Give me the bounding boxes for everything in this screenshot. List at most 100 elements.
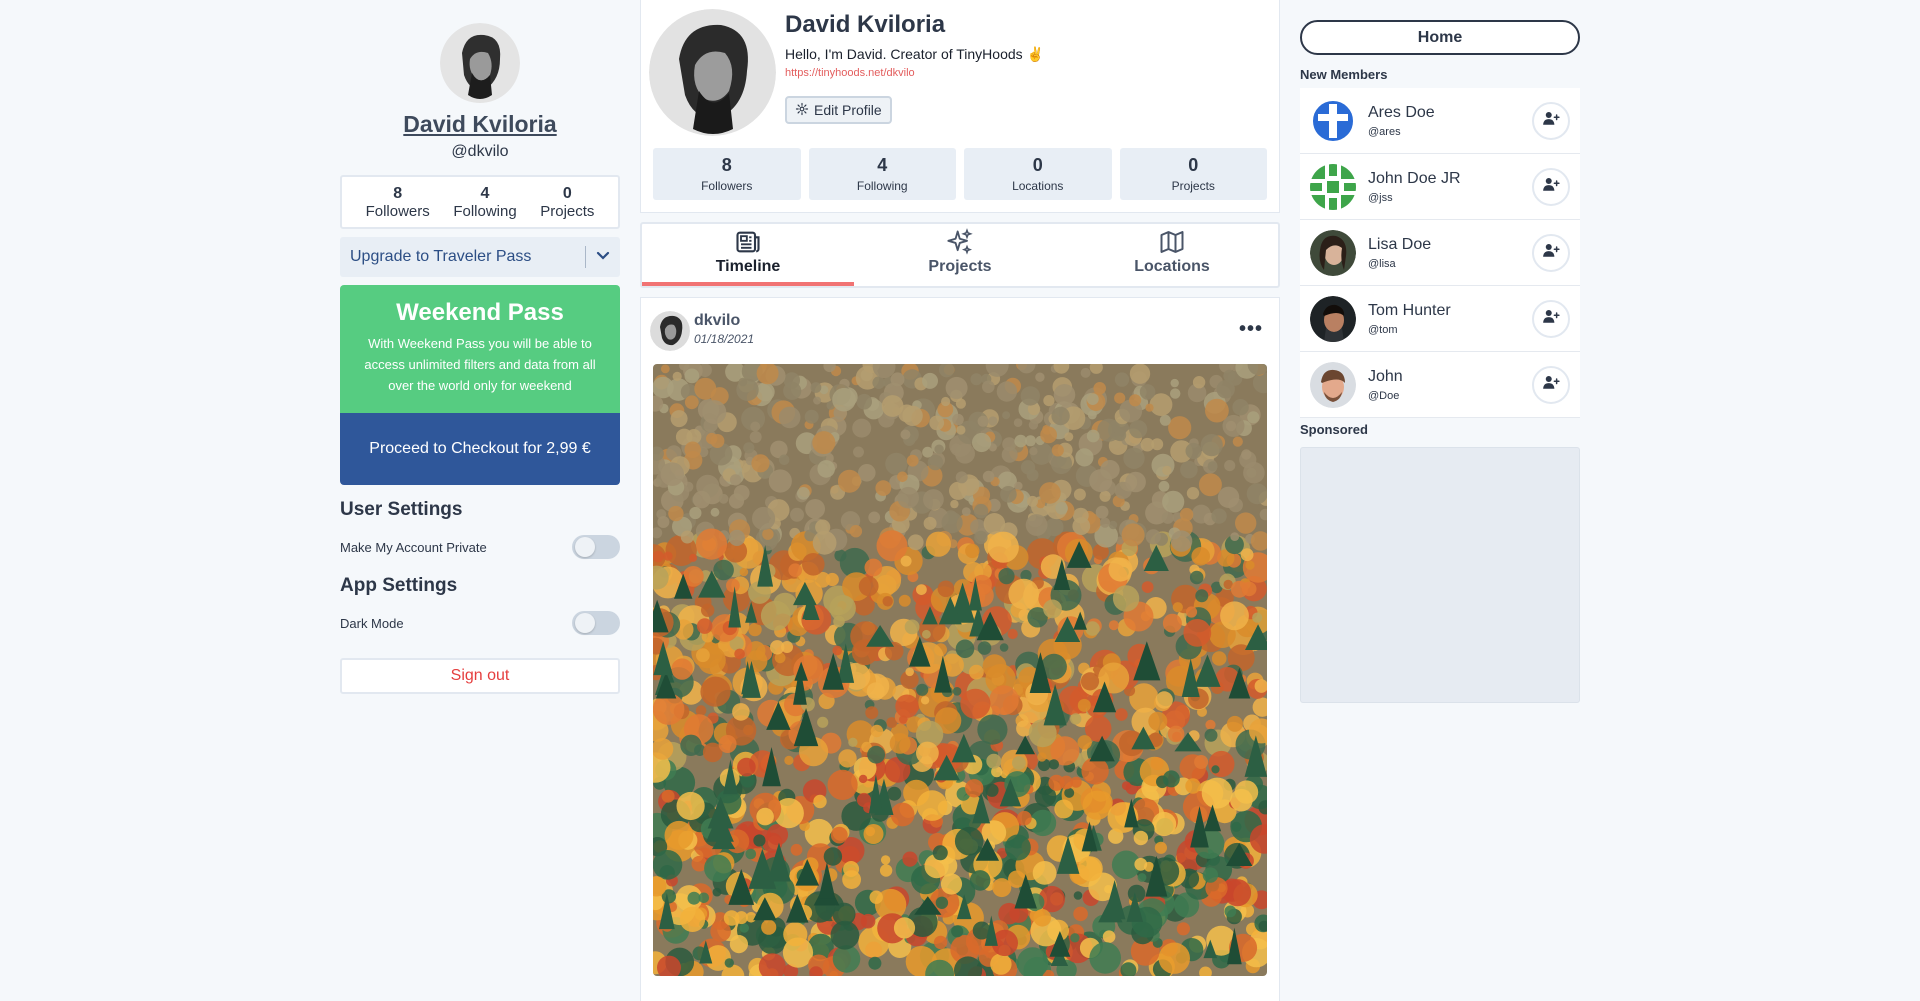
private-account-setting: Make My Account Private xyxy=(340,535,620,559)
app-settings-title: App Settings xyxy=(340,575,458,596)
profile-website-link[interactable]: https://tinyhoods.net/dkvilo xyxy=(785,67,915,79)
home-button[interactable]: Home xyxy=(1300,20,1580,55)
member-name: Ares Doe xyxy=(1368,103,1435,121)
toggle-knob xyxy=(575,537,595,557)
member-item[interactable]: John @Doe xyxy=(1300,352,1580,418)
member-name: Tom Hunter xyxy=(1368,301,1451,319)
stat-value: 4 xyxy=(877,155,888,175)
right-sidebar: Home New Members Ares Doe @ares John Doe… xyxy=(1300,0,1580,703)
add-user-button[interactable] xyxy=(1532,365,1570,404)
edit-profile-button[interactable]: Edit Profile xyxy=(785,96,892,124)
sponsored-ad-slot xyxy=(1300,447,1580,703)
header-stat-locations[interactable]: 0 Locations xyxy=(964,148,1112,200)
profile-avatar[interactable] xyxy=(440,23,520,103)
sparkles-icon xyxy=(854,228,1066,258)
left-sidebar: David Kviloria @dkvilo 8 Followers 4 Fol… xyxy=(340,0,620,694)
stat-label: Projects xyxy=(540,202,595,220)
member-name: John xyxy=(1368,367,1403,385)
member-avatar xyxy=(1310,97,1356,144)
newspaper-icon xyxy=(642,228,854,258)
tab-locations[interactable]: Locations xyxy=(1066,224,1278,286)
post-author-avatar[interactable] xyxy=(650,311,690,351)
member-name: Lisa Doe xyxy=(1368,235,1432,253)
upgrade-label: Upgrade to Traveler Pass xyxy=(350,248,532,265)
sign-out-button[interactable]: Sign out xyxy=(340,658,620,694)
dark-mode-toggle[interactable] xyxy=(572,611,620,635)
member-info: John @Doe xyxy=(1368,368,1532,402)
member-name: John Doe JR xyxy=(1368,169,1461,187)
member-avatar xyxy=(1310,229,1356,276)
stat-label: Following xyxy=(453,202,517,220)
header-stat-following[interactable]: 4 Following xyxy=(808,148,956,200)
new-members-list: Ares Doe @ares John Doe JR @jss Lisa Doe… xyxy=(1300,88,1580,418)
stat-label: Following xyxy=(856,179,908,193)
member-handle: @lisa xyxy=(1368,257,1396,270)
main-content: David Kviloria Hello, I'm David. Creator… xyxy=(640,0,1280,1001)
profile-header-avatar xyxy=(649,9,776,136)
member-info: Tom Hunter @tom xyxy=(1368,302,1532,336)
tab-label: Timeline xyxy=(715,258,781,275)
toggle-knob xyxy=(575,613,595,633)
add-user-button[interactable] xyxy=(1532,101,1570,140)
add-user-button[interactable] xyxy=(1532,233,1570,272)
post-date: 01/18/2021 xyxy=(694,332,755,346)
post-author-name[interactable]: dkvilo xyxy=(694,312,740,330)
stat-label: Followers xyxy=(701,179,753,193)
profile-title: David Kviloria xyxy=(785,11,946,38)
post-image[interactable] xyxy=(653,364,1267,976)
tab-label: Projects xyxy=(928,258,992,275)
stat-following[interactable]: 4 Following xyxy=(453,185,516,220)
add-user-button[interactable] xyxy=(1532,299,1570,338)
stat-value: 4 xyxy=(480,184,490,202)
member-info: Ares Doe @ares xyxy=(1368,104,1532,138)
stat-followers[interactable]: 8 Followers xyxy=(366,185,430,220)
user-plus-icon xyxy=(1542,307,1560,330)
stat-label: Locations xyxy=(1012,179,1064,193)
stat-projects[interactable]: 0 Projects xyxy=(540,185,594,220)
member-avatar xyxy=(1310,163,1356,210)
user-settings-title: User Settings xyxy=(340,499,463,520)
user-plus-icon xyxy=(1542,241,1560,264)
timeline-post: dkvilo 01/18/2021 ••• xyxy=(640,297,1280,1001)
user-plus-icon xyxy=(1542,373,1560,396)
header-stat-followers[interactable]: 8 Followers xyxy=(653,148,801,200)
stat-value: 0 xyxy=(1188,155,1199,175)
member-item[interactable]: Lisa Doe @lisa xyxy=(1300,220,1580,286)
profile-header: David Kviloria Hello, I'm David. Creator… xyxy=(640,0,1280,213)
stat-value: 8 xyxy=(721,155,732,175)
tab-timeline[interactable]: Timeline xyxy=(642,224,854,286)
member-handle: @Doe xyxy=(1368,389,1400,402)
member-item[interactable]: John Doe JR @jss xyxy=(1300,154,1580,220)
profile-header-stats: 8 Followers 4 Following 0 Locations 0 Pr… xyxy=(653,148,1267,200)
chevron-down-icon[interactable] xyxy=(586,248,620,266)
member-info: Lisa Doe @lisa xyxy=(1368,236,1532,270)
pass-description: With Weekend Pass you will be able to ac… xyxy=(364,336,596,393)
stat-label: Followers xyxy=(365,202,430,220)
checkout-button[interactable]: Proceed to Checkout for 2,99 € xyxy=(340,413,620,485)
tab-projects[interactable]: Projects xyxy=(854,224,1066,286)
more-options-icon[interactable]: ••• xyxy=(1239,318,1263,341)
member-item[interactable]: Tom Hunter @tom xyxy=(1300,286,1580,352)
header-stat-projects[interactable]: 0 Projects xyxy=(1119,148,1267,200)
upgrade-select[interactable]: Upgrade to Traveler Pass xyxy=(340,237,620,277)
new-members-title: New Members xyxy=(1300,67,1388,82)
autumn-forest-photo xyxy=(653,364,1267,976)
weekend-pass-card: Weekend Pass With Weekend Pass you will … xyxy=(340,285,620,413)
pass-title: Weekend Pass xyxy=(396,299,564,326)
stat-value: 0 xyxy=(1032,155,1043,175)
user-plus-icon xyxy=(1542,175,1560,198)
stat-value: 0 xyxy=(562,184,572,202)
profile-bio: Hello, I'm David. Creator of TinyHoods ✌… xyxy=(785,46,1044,62)
member-item[interactable]: Ares Doe @ares xyxy=(1300,88,1580,154)
member-handle: @tom xyxy=(1368,323,1398,336)
sponsored-title: Sponsored xyxy=(1300,422,1368,437)
dark-mode-label: Dark Mode xyxy=(340,615,404,631)
edit-profile-label: Edit Profile xyxy=(814,102,882,118)
profile-name-link[interactable]: David Kviloria xyxy=(340,111,620,138)
add-user-button[interactable] xyxy=(1532,167,1570,206)
private-account-toggle[interactable] xyxy=(572,535,620,559)
member-handle: @ares xyxy=(1368,125,1401,138)
dark-mode-setting: Dark Mode xyxy=(340,611,620,635)
stat-label: Projects xyxy=(1171,179,1215,193)
profile-stats: 8 Followers 4 Following 0 Projects xyxy=(340,175,620,229)
